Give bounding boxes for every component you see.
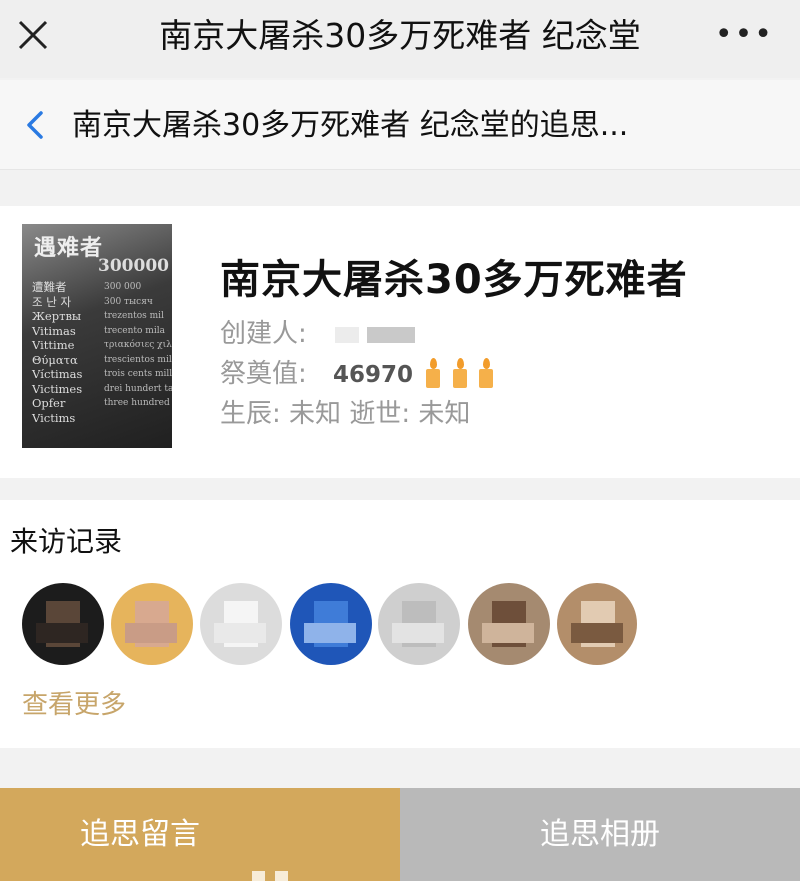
creator-row: 创建人: [220, 318, 416, 350]
photo-word: Жертвы [32, 309, 82, 323]
photo-heading: 遇难者 [34, 235, 104, 261]
photo-number-text: trecento mila [104, 325, 165, 336]
photo-number-text: 300 000 [104, 282, 142, 292]
life-dates-row: 生辰: 未知 逝世: 未知 [220, 398, 470, 430]
back-chevron-icon[interactable] [24, 110, 46, 140]
bottom-action-bar: 追思留言 追思相册 [0, 788, 800, 881]
tribute-value: 46970 [333, 362, 414, 388]
view-more-link[interactable]: 查看更多 [22, 688, 126, 722]
photo-word: Victims [32, 410, 76, 425]
visit-records-heading: 来访记录 [10, 525, 123, 558]
page-title: 南京大屠杀30多万死难者 纪念堂的追思... [72, 108, 629, 143]
memorial-message-button[interactable]: 追思留言 [0, 788, 400, 881]
photo-number-text: 300 тысяч [104, 296, 153, 307]
photo-word: Víctimas [32, 367, 83, 381]
photo-number-text: trezentos mil [104, 311, 164, 321]
close-icon[interactable] [16, 18, 50, 52]
candle-icon [452, 358, 468, 388]
visitor-avatar[interactable] [378, 583, 460, 665]
photo-word: Opfer [32, 396, 66, 410]
birth-value: 未知 [289, 399, 342, 429]
creator-label: 创建人: [220, 319, 307, 349]
photo-word: Vitimas [32, 323, 76, 338]
candle-icon [478, 358, 494, 388]
birth-label: 生辰: [220, 399, 281, 429]
visitor-avatar[interactable] [557, 583, 637, 665]
photo-word: 遭難者 [32, 280, 67, 294]
visitor-avatar[interactable] [22, 583, 104, 665]
visitor-avatar[interactable] [200, 583, 282, 665]
window-title-bar: 南京大屠杀30多万死难者 纪念堂 ••• [0, 0, 800, 78]
visitor-avatar[interactable] [111, 583, 193, 665]
page-nav-bar: 南京大屠杀30多万死难者 纪念堂的追思... [0, 80, 800, 170]
memorial-profile-card: 遇难者 300000 遭難者 조 난 자 Жертвы Vitimas Vitt… [0, 206, 800, 478]
photo-word: Victimes [32, 381, 83, 396]
candle-icon [425, 358, 441, 388]
loading-dots-icon [252, 828, 298, 881]
photo-number-text: three hundred thousand [104, 398, 172, 408]
memorial-message-label: 追思留言 [80, 817, 200, 852]
tribute-label: 祭奠值: [220, 359, 307, 389]
photo-number-list: 300 000 300 тысяч trezentos mil trecento… [104, 280, 172, 411]
photo-word: Vittime [32, 338, 75, 352]
photo-number-text: trois cents mille [104, 369, 172, 379]
photo-word: 조 난 자 [32, 294, 72, 309]
memorial-name: 南京大屠杀30多万死难者 [220, 257, 688, 303]
death-value: 未知 [418, 399, 471, 429]
visitor-avatar[interactable] [468, 583, 550, 665]
memorial-photo[interactable]: 遇难者 300000 遭難者 조 난 자 Жертвы Vitimas Vitt… [22, 224, 172, 448]
photo-word-list: 遭難者 조 난 자 Жертвы Vitimas Vittime Θύματα … [32, 280, 82, 425]
photo-number-text: τριακόσιες χιλιάδες [104, 340, 172, 350]
tribute-row: 祭奠值: 46970 [220, 358, 496, 396]
window-title: 南京大屠杀30多万死难者 纪念堂 [159, 16, 641, 55]
visitor-avatar[interactable] [290, 583, 372, 665]
memorial-album-button[interactable]: 追思相册 [400, 788, 800, 881]
photo-number-text: drei hundert tausend [104, 383, 172, 394]
visit-records-section: 来访记录 查看更多 [0, 500, 800, 748]
photo-word: Θύματα [32, 352, 78, 367]
death-label: 逝世: [349, 399, 411, 429]
candles-icon [425, 358, 496, 396]
more-menu-icon[interactable]: ••• [715, 20, 774, 50]
photo-number: 300000 [98, 256, 169, 276]
photo-number-text: trescientos mil [104, 354, 172, 365]
creator-name-redacted [335, 326, 416, 343]
